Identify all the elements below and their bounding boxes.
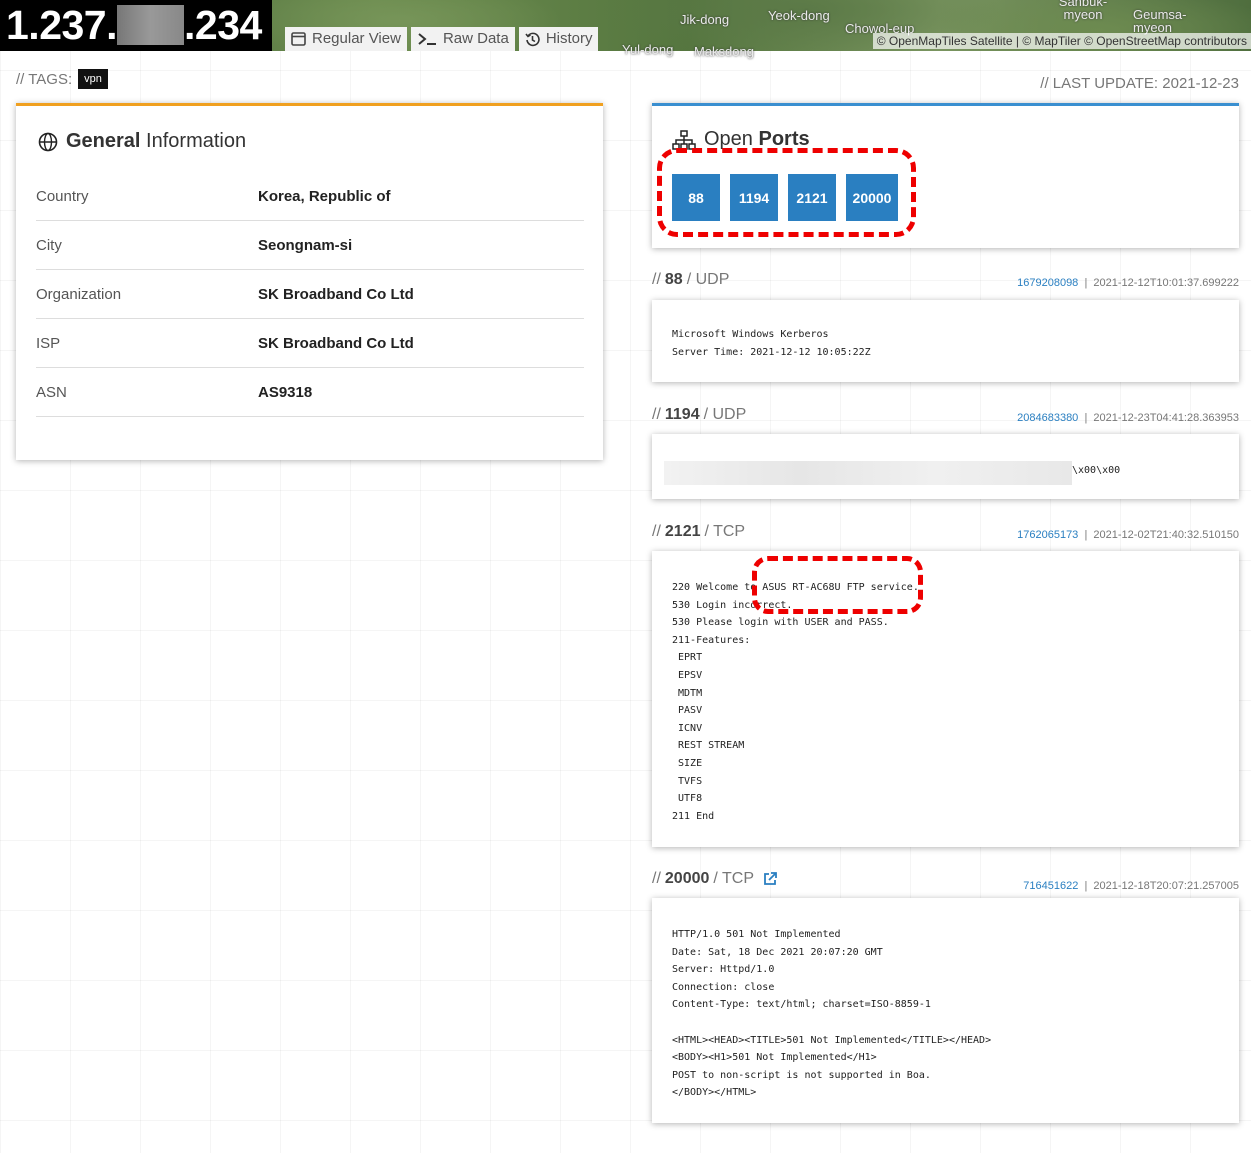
info-row-asn: ASN AS9318 (36, 368, 584, 417)
service-hash-link[interactable]: 1679208098 (1017, 277, 1078, 289)
service-hash-link[interactable]: 2084683380 (1017, 412, 1078, 424)
service-port: 2121 (664, 523, 701, 540)
service-banner-2121: 220 Welcome to ASUS RT-AC68U FTP service… (652, 551, 1239, 847)
service-protocol: / TCP (713, 870, 754, 887)
map-label: Geumsa-myeon (1133, 7, 1187, 35)
redacted-banner-data (664, 461, 1072, 485)
service-timestamp: 2021-12-02T21:40:32.510150 (1093, 529, 1239, 541)
map-header: Jik-dong Yeok-dong Chowol-eup Sanbuk-mye… (0, 0, 1251, 59)
service-protocol: / UDP (686, 271, 730, 288)
service-header-2121: //2121/ TCP 1762065173 | 2021-12-02T21:4… (652, 523, 1239, 541)
service-port: 20000 (664, 870, 710, 887)
tab-regular-view[interactable]: Regular View (285, 27, 407, 51)
map-label: Maksdong (694, 44, 754, 59)
info-row-city: City Seongnam-si (36, 221, 584, 270)
service-port: 1194 (664, 406, 700, 423)
external-link-icon[interactable] (762, 871, 778, 887)
service-timestamp: 2021-12-12T10:01:37.699222 (1093, 277, 1239, 289)
view-tabs: Regular View Raw Data History (285, 27, 599, 51)
tab-raw-data[interactable]: Raw Data (410, 27, 515, 51)
service-protocol: / UDP (703, 406, 747, 423)
service-banner-20000: HTTP/1.0 501 Not Implemented Date: Sat, … (652, 898, 1239, 1123)
last-update: // LAST UPDATE: 2021-12-23 (1040, 75, 1239, 92)
service-header-20000: //20000/ TCP 716451622 | 2021-12-18T20:0… (652, 870, 1239, 892)
service-banner-88: Microsoft Windows Kerberos Server Time: … (652, 300, 1239, 382)
tags: // TAGS: vpn (16, 69, 108, 89)
terminal-icon (418, 33, 436, 45)
service-header-1194: //1194/ UDP 2084683380 | 2021-12-23T04:4… (652, 406, 1239, 424)
info-table: Country Korea, Republic of City Seongnam… (36, 172, 584, 417)
ip-suffix: .234 (184, 2, 262, 48)
info-row-isp: ISP SK Broadband Co Ltd (36, 319, 584, 368)
service-header-88: //88/ UDP 1679208098 | 2021-12-12T10:01:… (652, 271, 1239, 289)
tag-badge[interactable]: vpn (78, 69, 108, 89)
info-row-country: Country Korea, Republic of (36, 172, 584, 221)
service-timestamp: 2021-12-18T20:07:21.257005 (1093, 880, 1239, 892)
ip-prefix: 1.237. (6, 2, 118, 48)
service-timestamp: 2021-12-23T04:41:28.363953 (1093, 412, 1239, 424)
map-attribution[interactable]: © OpenMapTiles Satellite | © MapTiler © … (872, 33, 1251, 49)
tags-label: // TAGS: (16, 70, 73, 88)
service-banner-1194: \x00\x00 (652, 434, 1239, 499)
tab-history[interactable]: History (518, 27, 599, 51)
redacted-octet (117, 5, 184, 46)
history-icon (525, 32, 540, 46)
map-label: Jik-dong (680, 12, 730, 27)
map-label: Sanbuk-myeon (1058, 0, 1108, 22)
service-protocol: / TCP (704, 523, 746, 540)
map-label: Yeok-dong (768, 8, 830, 23)
map-label: Yul-dong (622, 42, 674, 57)
globe-icon (38, 132, 58, 151)
annotation-ports-highlight (657, 148, 916, 237)
window-icon (291, 32, 306, 46)
service-hash-link[interactable]: 1762065173 (1017, 529, 1078, 541)
service-port: 88 (664, 271, 683, 288)
ip-address: 1.237. .234 (0, 0, 272, 51)
general-information-card: General Information Country Korea, Repub… (16, 103, 603, 460)
info-row-organization: Organization SK Broadband Co Ltd (36, 270, 584, 319)
general-information-title: General Information (38, 130, 246, 153)
service-hash-link[interactable]: 716451622 (1023, 880, 1078, 892)
annotation-ftp-banner-highlight (752, 556, 923, 614)
network-icon (672, 129, 696, 150)
